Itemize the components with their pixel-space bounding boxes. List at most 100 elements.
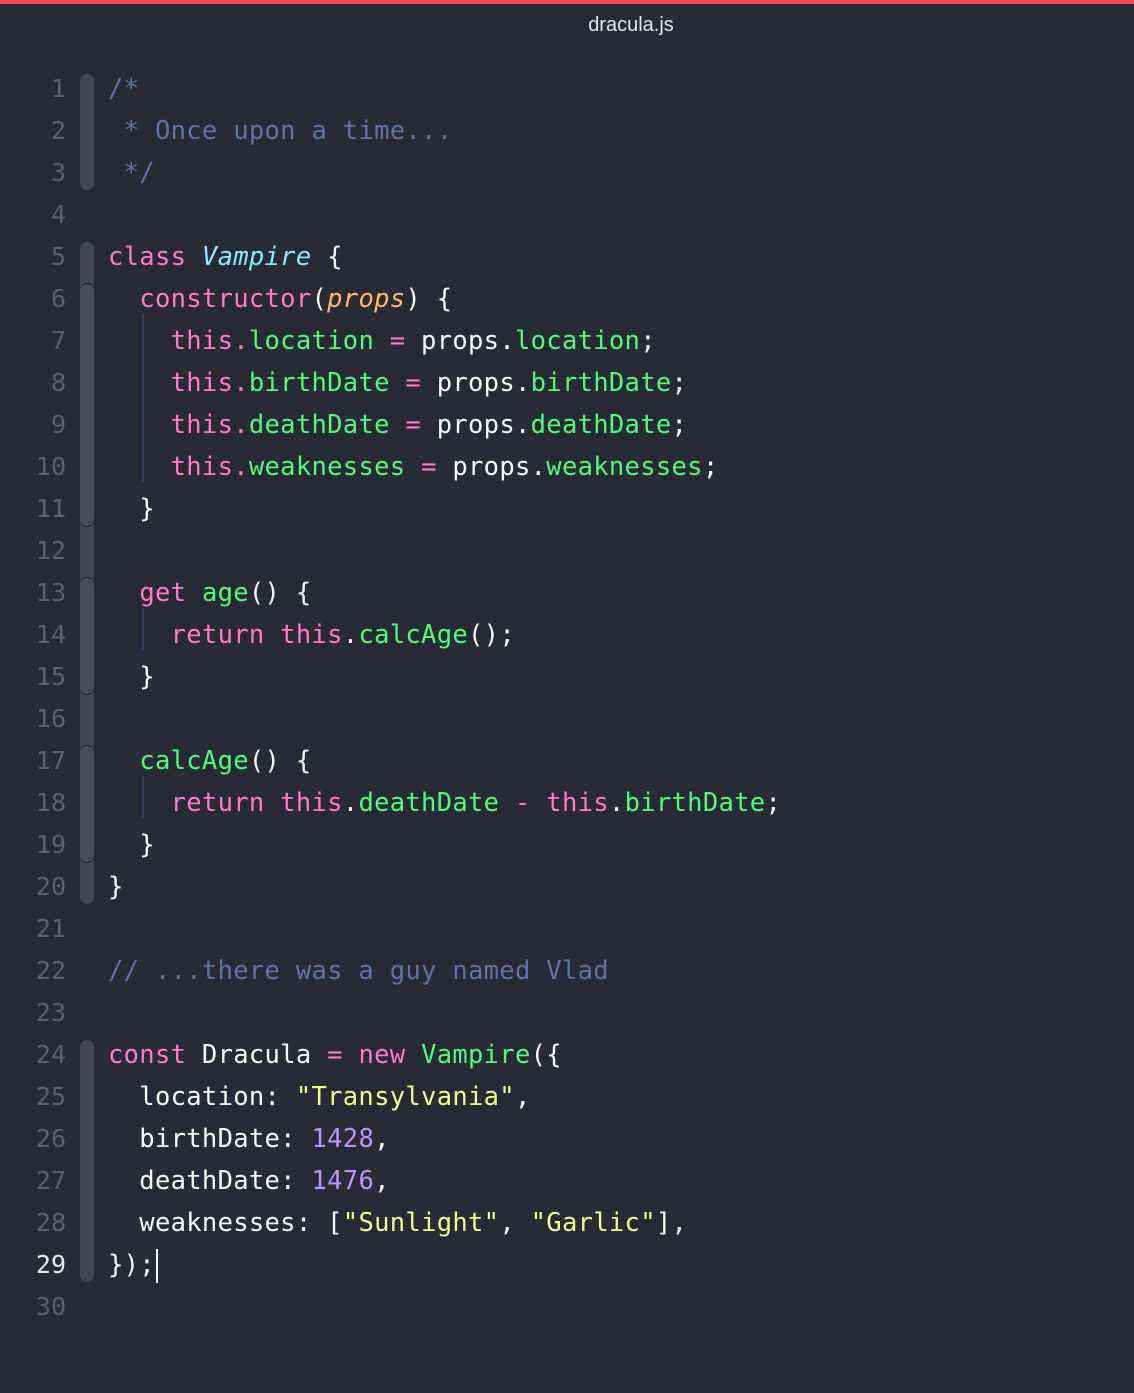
code-line[interactable]: 21 <box>0 908 1134 950</box>
line-number: 16 <box>35 704 66 733</box>
code-line[interactable]: 5 class Vampire { <box>0 236 1134 278</box>
code-line[interactable]: 19 } <box>0 824 1134 866</box>
code-line[interactable]: 20} <box>0 866 1134 908</box>
line-code[interactable]: get age() { <box>108 572 312 614</box>
line-code[interactable]: * Once upon a time... <box>108 110 452 152</box>
line-number: 28 <box>35 1208 66 1237</box>
token-plain: ; <box>671 368 688 398</box>
line-code[interactable]: deathDate: 1476, <box>108 1160 390 1202</box>
line-code[interactable]: this.weaknesses = props.weaknesses; <box>108 446 719 488</box>
token-plain: } <box>108 830 155 860</box>
line-code[interactable]: } <box>108 488 155 530</box>
code-line[interactable]: 6 constructor(props) { <box>0 278 1134 320</box>
line-number: 18 <box>35 788 66 817</box>
token-op: = <box>327 1040 343 1070</box>
token-func: age <box>201 578 249 608</box>
token-plain: Dracula <box>186 1040 328 1070</box>
code-line[interactable]: 8 this.birthDate = props.birthDate; <box>0 362 1134 404</box>
code-line[interactable]: 25 location: "Transylvania", <box>0 1076 1134 1118</box>
token-plain: props. <box>421 368 531 398</box>
line-number: 27 <box>35 1166 66 1195</box>
line-code[interactable]: } <box>108 656 155 698</box>
line-code[interactable]: location: "Transylvania", <box>108 1076 531 1118</box>
code-line[interactable]: 29}); <box>0 1244 1134 1286</box>
token-plain: props. <box>405 326 515 356</box>
line-code[interactable]: weaknesses: ["Sunlight", "Garlic"], <box>108 1202 687 1244</box>
code-line[interactable]: 23 <box>0 992 1134 1034</box>
token-keyword: new <box>358 1040 406 1070</box>
token-prop: birthDate <box>248 368 390 398</box>
text-cursor <box>155 1249 158 1283</box>
token-func: calcAge <box>358 620 469 650</box>
token-plain: . <box>342 620 359 650</box>
line-code[interactable]: */ <box>108 152 155 194</box>
line-code[interactable]: calcAge() { <box>108 740 312 782</box>
line-number: 8 <box>50 368 66 397</box>
token-plain: ( <box>311 284 328 314</box>
line-code[interactable]: } <box>108 824 155 866</box>
code-line[interactable]: 13 get age() { <box>0 572 1134 614</box>
token-keyword: this <box>170 368 234 398</box>
token-plain: , <box>374 1166 390 1196</box>
line-code[interactable]: class Vampire { <box>108 236 343 278</box>
code-line[interactable]: 27 deathDate: 1476, <box>0 1160 1134 1202</box>
code-line[interactable]: 2 * Once upon a time... <box>0 110 1134 152</box>
line-code[interactable]: }); <box>108 1244 158 1286</box>
line-code[interactable]: } <box>108 866 124 908</box>
token-plain: } <box>108 662 155 692</box>
code-line[interactable]: 18 return this.deathDate - this.birthDat… <box>0 782 1134 824</box>
code-line[interactable]: 11 } <box>0 488 1134 530</box>
code-line[interactable]: 9 this.deathDate = props.deathDate; <box>0 404 1134 446</box>
line-code[interactable]: const Dracula = new Vampire({ <box>108 1034 562 1076</box>
window-title: dracula.js <box>588 14 674 36</box>
token-keyword: return <box>170 620 265 650</box>
code-line[interactable]: 1 /* <box>0 68 1134 110</box>
line-number: 5 <box>50 242 66 271</box>
code-line[interactable]: 3 */ <box>0 152 1134 194</box>
line-number: 14 <box>35 620 66 649</box>
code-editor[interactable]: 1/* 2 * Once upon a time... 3 */4 5 class Va… <box>0 68 1134 1328</box>
token-keyword: this <box>170 452 234 482</box>
code-line[interactable]: 22 // ...there was a guy named Vlad <box>0 950 1134 992</box>
code-line[interactable]: 15 } <box>0 656 1134 698</box>
code-line[interactable]: 14 return this.calcAge(); <box>0 614 1134 656</box>
token-plain: () { <box>248 746 312 776</box>
code-line[interactable]: 26 birthDate: 1428, <box>0 1118 1134 1160</box>
line-number: 12 <box>35 536 66 565</box>
code-line[interactable]: 28 weaknesses: ["Sunlight", "Garlic"], <box>0 1202 1134 1244</box>
line-code[interactable]: /* <box>108 68 139 110</box>
code-line[interactable]: 30 <box>0 1286 1134 1328</box>
line-number: 19 <box>35 830 66 859</box>
line-number: 6 <box>50 284 66 313</box>
token-prop: deathDate <box>530 410 672 440</box>
token-keyword: class <box>108 242 187 272</box>
token-plain: birthDate: <box>108 1124 312 1154</box>
token-prop: weaknesses <box>248 452 406 482</box>
code-line[interactable]: 10 this.weaknesses = props.weaknesses; <box>0 446 1134 488</box>
line-code[interactable]: birthDate: 1428, <box>108 1118 390 1160</box>
code-line[interactable]: 16 <box>0 698 1134 740</box>
line-code[interactable]: constructor(props) { <box>108 278 452 320</box>
token-prop: birthDate <box>530 368 672 398</box>
token-keyword: this <box>170 410 234 440</box>
line-code[interactable]: return this.calcAge(); <box>108 614 515 656</box>
code-line[interactable]: 17 calcAge() { <box>0 740 1134 782</box>
token-comment: * Once upon a time... <box>108 116 453 146</box>
line-code[interactable]: this.birthDate = props.birthDate; <box>108 362 687 404</box>
code-line[interactable]: 24 const Dracula = new Vampire({ <box>0 1034 1134 1076</box>
line-code[interactable]: this.deathDate = props.deathDate; <box>108 404 687 446</box>
code-line[interactable]: 4 <box>0 194 1134 236</box>
code-line[interactable]: 7 this.location = props.location; <box>0 320 1134 362</box>
line-code[interactable]: return this.deathDate - this.birthDate; <box>108 782 781 824</box>
code-line[interactable]: 12 <box>0 530 1134 572</box>
line-code[interactable]: // ...there was a guy named Vlad <box>108 950 609 992</box>
line-code[interactable]: this.location = props.location; <box>108 320 656 362</box>
